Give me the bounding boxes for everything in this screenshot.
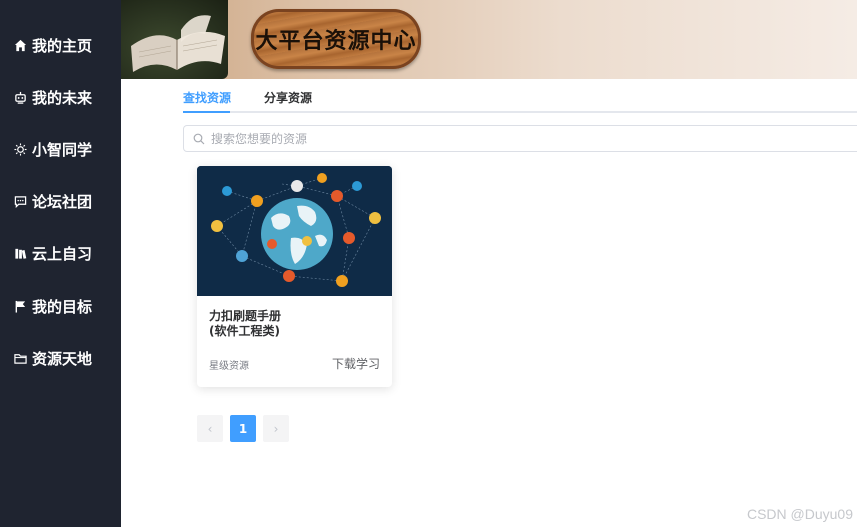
sidebar-item-label: 我的主页 <box>32 36 93 55</box>
app-root: 我的主页 我的未来 小智同学 论坛社团 云上自习 我的目标 资源天地 大平台资源… <box>0 0 857 527</box>
sidebar: 我的主页 我的未来 小智同学 论坛社团 云上自习 我的目标 资源天地 <box>0 0 121 527</box>
robot-icon <box>13 90 27 104</box>
sun-icon <box>13 142 27 156</box>
search-icon <box>193 133 205 144</box>
book-image <box>121 0 228 79</box>
next-page-button[interactable]: › <box>263 415 289 442</box>
network-globe-image <box>197 166 392 296</box>
resource-tabs: 查找资源 分享资源 <box>183 86 857 113</box>
sidebar-item-label: 我的目标 <box>32 297 93 316</box>
sidebar-item-study[interactable]: 云上自习 <box>13 241 92 265</box>
sidebar-item-forum[interactable]: 论坛社团 <box>13 189 92 213</box>
sidebar-item-label: 论坛社团 <box>32 192 93 211</box>
page-number-button[interactable]: 1 <box>230 415 256 442</box>
active-tab-indicator <box>183 111 230 113</box>
search-box[interactable] <box>183 125 857 152</box>
sidebar-item-assistant[interactable]: 小智同学 <box>13 137 92 161</box>
books-icon <box>13 246 27 260</box>
tab-share-resources[interactable]: 分享资源 <box>264 89 312 106</box>
home-icon <box>13 38 27 52</box>
resource-card[interactable]: 力扣刷题手册 (软件工程类) 星级资源 下载学习 <box>197 166 392 387</box>
sidebar-item-future[interactable]: 我的未来 <box>13 85 92 109</box>
sidebar-item-home[interactable]: 我的主页 <box>13 33 92 57</box>
pagination: ‹ 1 › <box>197 415 289 442</box>
banner-title: 大平台资源中心 <box>255 28 417 54</box>
tab-find-resources[interactable]: 查找资源 <box>183 89 231 106</box>
sidebar-item-goals[interactable]: 我的目标 <box>13 294 92 318</box>
watermark: CSDN @Duyu09 <box>746 506 853 522</box>
banner: 大平台资源中心 <box>121 0 857 79</box>
prev-page-button[interactable]: ‹ <box>197 415 223 442</box>
folder-icon <box>13 351 27 365</box>
flag-icon <box>13 299 27 313</box>
card-tag: 星级资源 <box>209 361 249 372</box>
sidebar-item-label: 云上自习 <box>32 244 93 263</box>
sidebar-item-label: 资源天地 <box>32 349 93 368</box>
banner-sign: 大平台资源中心 <box>251 9 421 69</box>
search-input[interactable] <box>211 131 811 146</box>
download-link[interactable]: 下载学习 <box>332 355 380 372</box>
sidebar-item-resources[interactable]: 资源天地 <box>13 346 92 370</box>
chat-icon <box>13 194 27 208</box>
card-title: 力扣刷题手册 (软件工程类) <box>209 309 282 338</box>
sidebar-item-label: 小智同学 <box>32 140 93 159</box>
sidebar-item-label: 我的未来 <box>32 88 93 107</box>
